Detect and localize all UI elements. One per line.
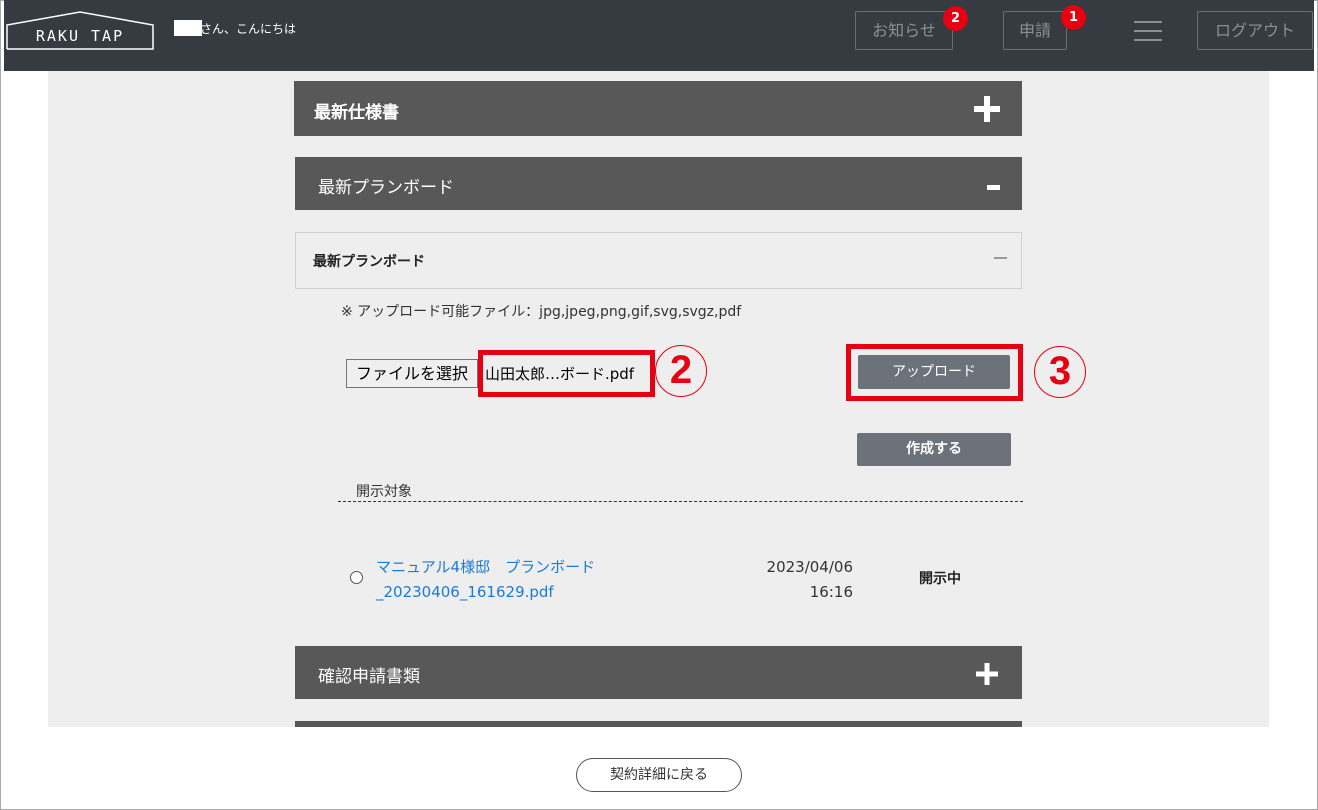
accordion-confirm-title: 確認申請書類 <box>318 667 420 687</box>
file-time: 16:16 <box>809 583 853 601</box>
file-select-button[interactable]: ファイルを選択 <box>346 359 478 388</box>
hamburger-menu-icon[interactable] <box>1134 21 1162 41</box>
upload-button[interactable]: アップロード <box>858 355 1010 389</box>
minus-icon <box>987 185 1000 190</box>
notice-label: お知らせ <box>872 21 936 40</box>
notice-button[interactable]: お知らせ <box>855 11 953 50</box>
file-status: 開示中 <box>919 571 961 587</box>
user-name-redacted <box>174 20 202 36</box>
accordion-confirm[interactable]: 確認申請書類 <box>295 646 1022 699</box>
accordion-next[interactable] <box>295 721 1022 727</box>
back-to-contract-button[interactable]: 契約詳細に戻る <box>576 758 742 792</box>
file-link[interactable]: マニュアル4様邸 プランボード_20230406_161629.pdf <box>376 555 721 605</box>
logo-text: RAKU TAP <box>35 27 125 45</box>
step-3-marker: 3 <box>1034 346 1086 398</box>
subpanel-title: 最新プランボード <box>313 254 425 270</box>
file-radio-button[interactable] <box>350 571 363 584</box>
main-content: 最新仕様書 最新プランボード 最新プランボード ※ アップロード可能ファイル：j… <box>48 71 1269 727</box>
file-list-item: マニュアル4様邸 プランボード_20230406_161629.pdf 2023… <box>48 551 1269 601</box>
create-button[interactable]: 作成する <box>857 433 1011 466</box>
plus-icon <box>976 663 998 685</box>
planboard-subpanel[interactable]: 最新プランボード <box>295 232 1022 289</box>
logout-label: ログアウト <box>1214 21 1295 40</box>
apply-badge: 1 <box>1061 5 1086 30</box>
accordion-spec[interactable]: 最新仕様書 <box>294 81 1022 136</box>
accordion-spec-title: 最新仕様書 <box>314 103 399 123</box>
file-datetime: 2023/04/06 16:16 <box>748 555 853 605</box>
raku-tap-logo[interactable]: RAKU TAP <box>6 11 154 50</box>
dashed-divider <box>338 501 1023 502</box>
greeting-text: さん、こんにちは <box>200 22 297 36</box>
plus-icon <box>974 96 1000 122</box>
collapse-minus-icon[interactable] <box>994 257 1007 259</box>
file-date: 2023/04/06 <box>766 558 853 576</box>
apply-label: 申請 <box>1018 21 1051 40</box>
highlight-box-file <box>478 350 655 397</box>
accordion-planboard-title: 最新プランボード <box>318 178 454 198</box>
upload-file-note: ※ アップロード可能ファイル：jpg,jpeg,png,gif,svg,svgz… <box>341 304 742 320</box>
notice-badge: 2 <box>943 6 968 31</box>
accordion-planboard[interactable]: 最新プランボード <box>295 157 1022 210</box>
logout-button[interactable]: ログアウト <box>1197 11 1313 50</box>
apply-button[interactable]: 申請 <box>1003 11 1067 50</box>
step-2-marker: 2 <box>655 345 707 397</box>
disclosure-target-label: 開示対象 <box>356 484 412 500</box>
top-header: RAKU TAP さん、こんにちは お知らせ 2 申請 1 ログアウト <box>4 0 1314 71</box>
